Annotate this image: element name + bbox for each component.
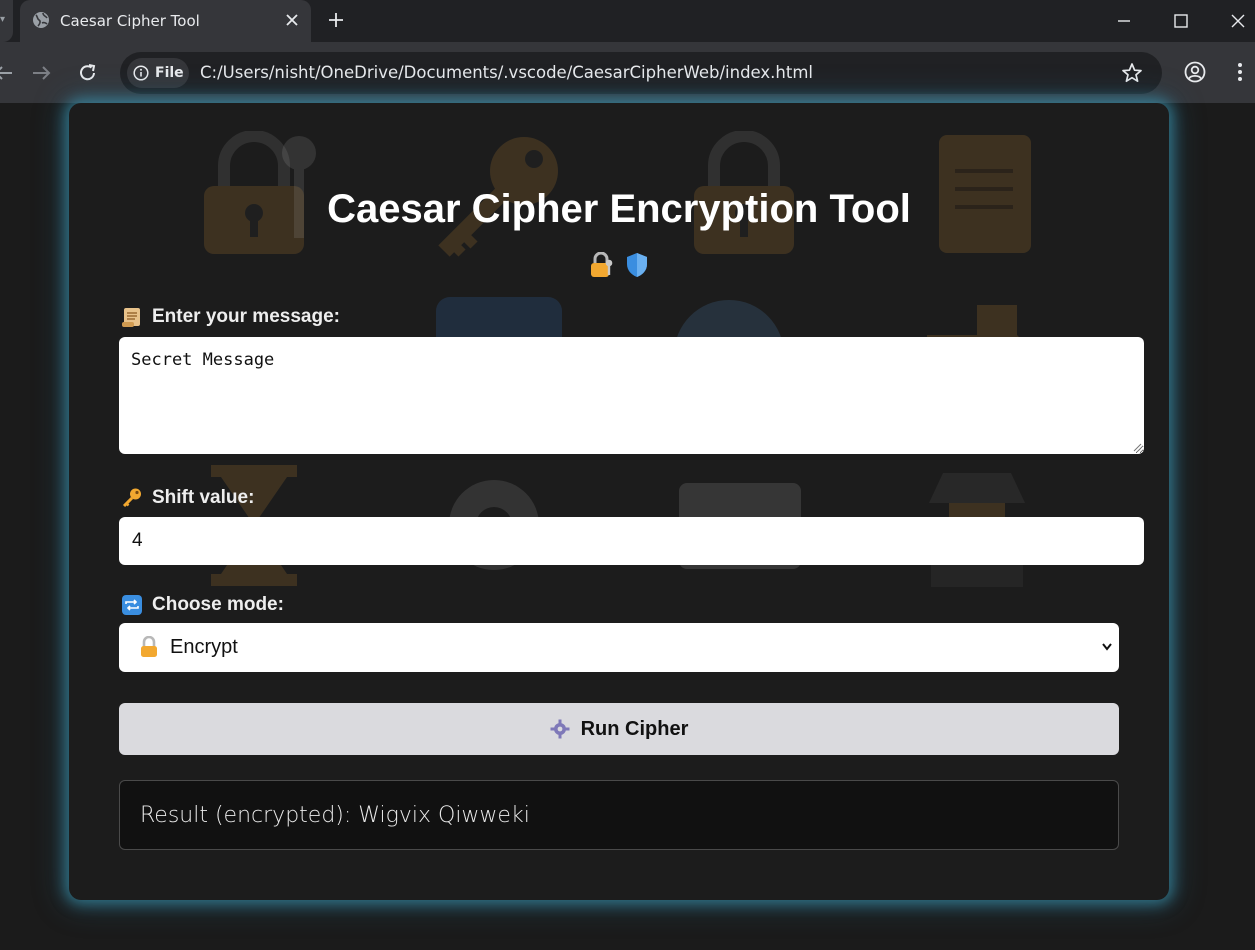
more-menu-icon[interactable] xyxy=(1230,60,1250,84)
tab-title: Caesar Cipher Tool xyxy=(60,12,200,30)
mode-select[interactable]: Encrypt xyxy=(119,623,1119,672)
back-arrow-icon[interactable] xyxy=(0,60,18,86)
mode-label: Choose mode: xyxy=(121,594,284,616)
shift-label-text: Shift value: xyxy=(152,487,255,508)
run-cipher-label: Run Cipher xyxy=(580,717,689,740)
message-label: Enter your message: xyxy=(121,306,340,328)
site-info-label: File xyxy=(155,65,184,81)
repeat-arrows-icon xyxy=(122,595,142,615)
cipher-card: Caesar Cipher Encryption Tool Enter your… xyxy=(69,103,1169,900)
info-icon xyxy=(133,65,149,81)
browser-toolbar: File C:/Users/nisht/OneDrive/Documents/.… xyxy=(0,42,1255,103)
maximize-icon[interactable] xyxy=(1169,9,1193,33)
shield-icon xyxy=(627,253,648,278)
bookmark-star-icon[interactable] xyxy=(1120,61,1144,85)
browser-tab-active[interactable]: Caesar Cipher Tool xyxy=(20,0,311,44)
shift-input[interactable] xyxy=(119,517,1144,565)
close-tab-icon[interactable] xyxy=(282,10,302,30)
title-icons xyxy=(69,251,1169,278)
reload-icon[interactable] xyxy=(75,60,101,86)
previous-tab-stub[interactable]: ▾ xyxy=(0,0,13,42)
lock-icon xyxy=(141,636,157,657)
result-box: Result (encrypted): Wigvix Qiwweki xyxy=(119,780,1119,850)
result-text: Result (encrypted): Wigvix Qiwweki xyxy=(140,802,530,828)
message-input[interactable]: Secret Message xyxy=(119,337,1144,454)
globe-icon xyxy=(33,12,49,28)
browser-tab-bar: ▾ Caesar Cipher Tool xyxy=(0,0,1255,44)
resize-grip-icon[interactable] xyxy=(1133,443,1142,452)
minimize-icon[interactable] xyxy=(1112,9,1136,33)
page-title: Caesar Cipher Encryption Tool xyxy=(327,187,911,231)
scroll-icon xyxy=(122,308,140,327)
chevron-down-icon[interactable] xyxy=(1101,640,1113,654)
address-bar[interactable]: File C:/Users/nisht/OneDrive/Documents/.… xyxy=(120,52,1162,94)
mode-label-text: Choose mode: xyxy=(152,594,284,615)
tab-dropdown-icon[interactable]: ▾ xyxy=(0,14,5,25)
site-info-chip[interactable]: File xyxy=(127,58,189,88)
window-close-icon[interactable] xyxy=(1226,9,1250,33)
profile-icon[interactable] xyxy=(1183,60,1207,84)
forward-arrow-icon[interactable] xyxy=(29,60,55,86)
key-icon xyxy=(122,488,141,508)
lock-with-key-icon xyxy=(590,251,613,278)
new-tab-icon[interactable] xyxy=(324,8,348,32)
run-cipher-button[interactable]: Run Cipher xyxy=(119,703,1119,755)
url-text[interactable]: C:/Users/nisht/OneDrive/Documents/.vscod… xyxy=(200,63,813,82)
shift-label: Shift value: xyxy=(121,487,254,509)
mode-selected-value: Encrypt xyxy=(170,636,238,658)
message-label-text: Enter your message: xyxy=(152,306,340,327)
gear-icon xyxy=(550,719,570,739)
